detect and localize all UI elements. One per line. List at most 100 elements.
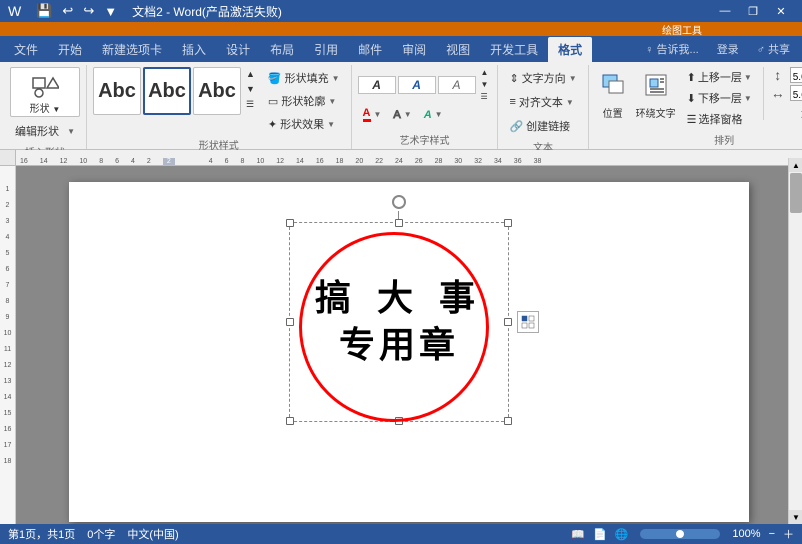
view-read-button[interactable]: 📖	[571, 528, 585, 541]
shape-fill-icon: 🪣	[268, 72, 282, 85]
handle-middle-right[interactable]	[504, 318, 512, 326]
redo-button[interactable]: ↪	[80, 2, 97, 20]
shape-fill-button[interactable]: 🪣 形状填充 ▼	[263, 67, 345, 89]
view-print-button[interactable]: 📄	[593, 528, 607, 541]
quick-access-toolbar: 💾 ↩ ↪ ▼	[27, 2, 126, 20]
shape-effect-button[interactable]: ✦ 形状效果 ▼	[263, 113, 345, 135]
shape-outline-arrow: ▼	[328, 97, 336, 106]
close-button[interactable]: ✕	[768, 3, 794, 19]
tab-new[interactable]: 新建选项卡	[92, 37, 172, 62]
handle-top-right[interactable]	[504, 219, 512, 227]
selection-pane-button[interactable]: ☰ 选择窗格	[683, 109, 756, 129]
tab-design[interactable]: 设计	[216, 37, 260, 62]
wordart-collapse[interactable]: ▼	[478, 79, 492, 90]
zoom-in-button[interactable]: ＋	[783, 526, 794, 542]
text-group: ⇕ 文字方向 ▼ ≡ 对齐文本 ▼ 🔗 创建链接 文本	[498, 65, 588, 149]
text-group-content: ⇕ 文字方向 ▼ ≡ 对齐文本 ▼ 🔗 创建链接	[504, 67, 581, 137]
shape-style-2[interactable]: Abc	[143, 67, 191, 115]
status-right: 📖 📄 🌐 100% − ＋	[571, 526, 794, 542]
send-backward-icon: ⬇	[687, 92, 696, 105]
align-text-button[interactable]: ≡ 对齐文本 ▼	[504, 91, 581, 113]
tab-view[interactable]: 视图	[436, 37, 480, 62]
drawing-tools-label: 绘图工具	[662, 22, 702, 37]
zoom-thumb[interactable]	[676, 530, 684, 538]
shape-text-line1: 搞 大 事	[315, 275, 483, 322]
restore-button[interactable]: ❐	[740, 3, 766, 19]
tab-insert[interactable]: 插入	[172, 37, 216, 62]
text-outline-button[interactable]: A ▼	[388, 106, 416, 124]
position-label: 位置	[603, 105, 623, 120]
shape-style-more[interactable]: ☰	[243, 97, 258, 112]
height-input[interactable]	[790, 67, 802, 83]
ruler-area: 16 14 12 10 8 6 4 2 2 4 6 8 10 12 14 16 …	[0, 150, 802, 166]
wordart-style-1[interactable]: A	[358, 76, 396, 94]
bring-forward-icon: ⬆	[687, 71, 696, 84]
handle-bottom-right[interactable]	[504, 417, 512, 425]
tab-review[interactable]: 审阅	[392, 37, 436, 62]
text-fill-icon: A	[363, 107, 371, 122]
tab-layout[interactable]: 布局	[260, 37, 304, 62]
edit-shape-button[interactable]: 编辑形状 ▼	[10, 120, 80, 142]
tab-mail[interactable]: 邮件	[348, 37, 392, 62]
wordart-style-3[interactable]: A	[438, 76, 476, 94]
text-outline-arrow: ▼	[404, 110, 412, 119]
vertical-scrollbar[interactable]: ▲ ▼	[788, 166, 802, 524]
tab-file[interactable]: 文件	[4, 37, 48, 62]
tell-me-button[interactable]: ♀ 告诉我...	[637, 39, 706, 59]
layer-buttons: ⬆ 上移一层 ▼ ⬇ 下移一层 ▼ ☰ 选择窗格	[683, 67, 756, 129]
tab-developer[interactable]: 开发工具	[480, 37, 548, 62]
text-effect-button[interactable]: A ▼	[419, 106, 448, 124]
horizontal-ruler: 16 14 12 10 8 6 4 2 2 4 6 8 10 12 14 16 …	[16, 150, 802, 165]
view-web-button[interactable]: 🌐	[615, 528, 629, 541]
handle-middle-left[interactable]	[286, 318, 294, 326]
height-input-row: ↕ ▲ ▼	[768, 67, 802, 83]
layout-options-icon	[521, 315, 535, 329]
wordart-style-2[interactable]: A	[398, 76, 436, 94]
position-icon	[599, 71, 627, 99]
layout-options-button[interactable]	[517, 311, 539, 333]
arrange-group-content: 位置 环绕文字 ⬆	[595, 67, 802, 130]
save-button[interactable]: 💾	[33, 2, 55, 20]
create-link-button[interactable]: 🔗 创建链接	[504, 115, 581, 137]
bring-forward-label: 上移一层	[698, 69, 742, 85]
shape-style-3[interactable]: Abc	[193, 67, 241, 115]
send-backward-button[interactable]: ⬇ 下移一层 ▼	[683, 88, 756, 108]
size-group: ↕ ▲ ▼ ↔ ▲ ▼ 大小	[763, 67, 802, 120]
rotate-handle[interactable]	[391, 194, 407, 210]
text-direction-button[interactable]: ⇕ 文字方向 ▼	[504, 67, 581, 89]
customize-qa-button[interactable]: ▼	[101, 3, 120, 20]
zoom-out-button[interactable]: −	[769, 528, 775, 540]
scroll-down-button[interactable]: ▼	[789, 510, 802, 524]
width-input[interactable]	[790, 85, 802, 101]
tab-references[interactable]: 引用	[304, 37, 348, 62]
text-fill-arrow: ▼	[374, 110, 382, 119]
undo-button[interactable]: ↩	[59, 2, 76, 20]
arrange-group-label: 排列	[595, 130, 802, 149]
bring-forward-button[interactable]: ⬆ 上移一层 ▼	[683, 67, 756, 87]
wordart-expand[interactable]: ▲	[478, 67, 492, 78]
wrap-text-button[interactable]: 环绕文字	[636, 67, 676, 120]
shape-container[interactable]: 搞 大 事 专用章	[289, 222, 509, 422]
tab-home[interactable]: 开始	[48, 37, 92, 62]
minimize-button[interactable]: —	[712, 3, 738, 19]
login-button[interactable]: 登录	[709, 39, 747, 59]
app-icon: W	[8, 3, 21, 19]
insert-shapes-content: 形状 ▼ 编辑形状 ▼	[10, 67, 80, 142]
text-fill-button[interactable]: A ▼	[358, 104, 387, 125]
shapes-dropdown-button[interactable]: 形状 ▼	[10, 67, 80, 117]
handle-bottom-left[interactable]	[286, 417, 294, 425]
wordart-more[interactable]: ☰	[478, 91, 492, 102]
position-button[interactable]: 位置	[595, 67, 631, 120]
zoom-slider[interactable]	[640, 529, 720, 539]
tab-format[interactable]: 格式	[548, 37, 592, 62]
shape-style-1[interactable]: Abc	[93, 67, 141, 115]
shape-text[interactable]: 搞 大 事 专用章	[309, 242, 489, 402]
shape-outline-button[interactable]: ▭ 形状轮廓 ▼	[263, 90, 345, 112]
handle-top-center[interactable]	[395, 219, 403, 227]
shapes-icon	[31, 70, 59, 98]
handle-top-left[interactable]	[286, 219, 294, 227]
shape-style-expand[interactable]: ▲	[243, 67, 258, 81]
scroll-thumb[interactable]	[790, 173, 802, 213]
shape-style-collapse[interactable]: ▼	[243, 82, 258, 96]
share-button[interactable]: ♂ 共享	[749, 39, 798, 59]
